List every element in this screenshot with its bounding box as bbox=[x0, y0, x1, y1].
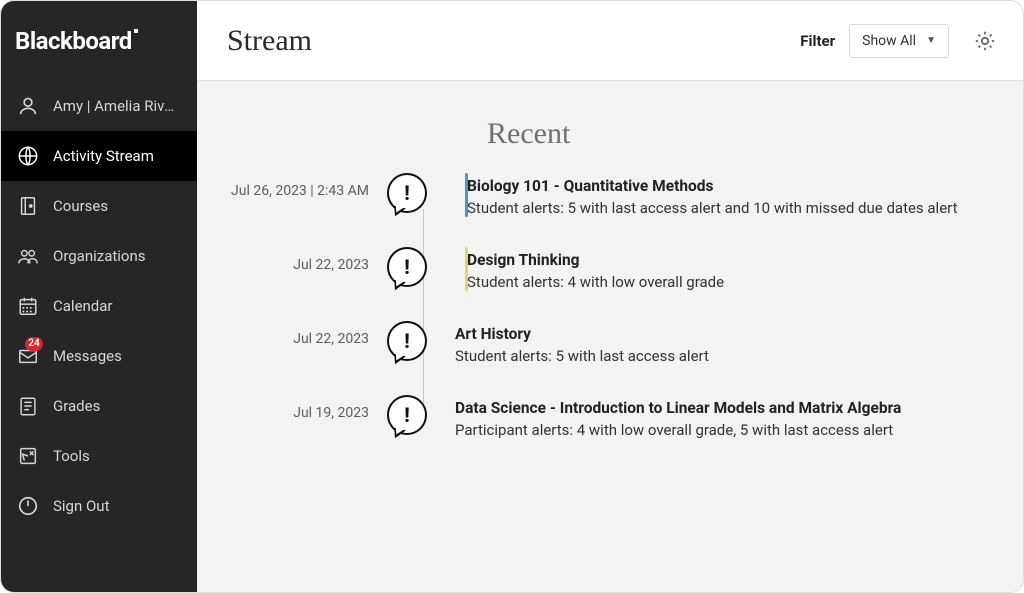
stream-item[interactable]: Jul 22, 2023 ! Art History Student alert… bbox=[217, 321, 1003, 365]
filter-select[interactable]: Show All ▼ bbox=[849, 24, 949, 58]
stream-body: Design Thinking Student alerts: 4 with l… bbox=[455, 247, 1003, 291]
section-heading-recent: Recent bbox=[487, 117, 1003, 151]
stream-item[interactable]: Jul 22, 2023 ! Design Thinking Student a… bbox=[217, 247, 1003, 291]
filter-value: Show All bbox=[862, 33, 916, 49]
sidebar-item-label: Calendar bbox=[53, 297, 113, 315]
sidebar-item-messages[interactable]: 24 Messages bbox=[1, 331, 197, 381]
stream-title: Biology 101 - Quantitative Methods bbox=[467, 177, 1003, 195]
alert-icon: ! bbox=[387, 247, 427, 287]
alert-icon: ! bbox=[387, 395, 427, 435]
sidebar-item-calendar[interactable]: Calendar bbox=[1, 281, 197, 331]
stream-title: Design Thinking bbox=[467, 251, 1003, 269]
sidebar-item-label: Courses bbox=[53, 197, 108, 215]
alert-icon: ! bbox=[387, 321, 427, 361]
sidebar-item-label: Grades bbox=[53, 397, 100, 415]
stream-date: Jul 22, 2023 bbox=[217, 321, 387, 347]
sidebar-item-label: Organizations bbox=[53, 247, 146, 265]
stream-item[interactable]: Jul 26, 2023 | 2:43 AM ! Biology 101 - Q… bbox=[217, 173, 1003, 217]
stream-date: Jul 26, 2023 | 2:43 AM bbox=[217, 173, 387, 199]
sidebar-nav: Amy | Amelia Rivera Activity Stream Cour… bbox=[1, 81, 197, 531]
chevron-down-icon: ▼ bbox=[926, 35, 936, 46]
stream-title: Data Science - Introduction to Linear Mo… bbox=[455, 399, 1003, 417]
stream-desc: Student alerts: 5 with last access alert… bbox=[467, 199, 1003, 217]
sidebar-item-grades[interactable]: Grades bbox=[1, 381, 197, 431]
gear-icon bbox=[973, 29, 997, 53]
topbar: Stream Filter Show All ▼ bbox=[197, 1, 1023, 81]
filter-label: Filter bbox=[800, 32, 835, 50]
sidebar-item-signout[interactable]: Sign Out bbox=[1, 481, 197, 531]
stream-item[interactable]: Jul 19, 2023 ! Data Science - Introducti… bbox=[217, 395, 1003, 439]
timeline-line bbox=[423, 209, 424, 403]
stream-title: Art History bbox=[455, 325, 1003, 343]
main-area: Stream Filter Show All ▼ Recent bbox=[197, 1, 1023, 592]
sidebar: Blackboard Amy | Amelia Rivera Activity … bbox=[1, 1, 197, 592]
sidebar-item-organizations[interactable]: Organizations bbox=[1, 231, 197, 281]
globe-icon bbox=[17, 145, 39, 167]
brand: Blackboard bbox=[1, 1, 197, 81]
person-icon bbox=[17, 95, 39, 117]
stream-date: Jul 19, 2023 bbox=[217, 395, 387, 421]
stream-body: Data Science - Introduction to Linear Mo… bbox=[455, 395, 1003, 439]
people-icon bbox=[17, 245, 39, 267]
accent-bar bbox=[465, 247, 468, 291]
sidebar-item-label: Sign Out bbox=[53, 497, 109, 515]
sidebar-item-label: Amy | Amelia Rivera bbox=[53, 97, 181, 115]
book-icon bbox=[17, 195, 39, 217]
sidebar-item-label: Tools bbox=[53, 447, 90, 465]
calendar-icon bbox=[17, 295, 39, 317]
page-title: Stream bbox=[227, 24, 312, 58]
content: Recent Jul 26, 2023 | 2:43 AM ! Biology … bbox=[197, 81, 1023, 592]
alert-icon: ! bbox=[387, 173, 427, 213]
stream-date: Jul 22, 2023 bbox=[217, 247, 387, 273]
timeline: Jul 26, 2023 | 2:43 AM ! Biology 101 - Q… bbox=[217, 173, 1003, 439]
messages-badge: 24 bbox=[25, 337, 43, 351]
stream-desc: Student alerts: 4 with low overall grade bbox=[467, 273, 1003, 291]
sidebar-item-tools[interactable]: Tools bbox=[1, 431, 197, 481]
stream-body: Biology 101 - Quantitative Methods Stude… bbox=[455, 173, 1003, 217]
accent-bar bbox=[465, 173, 468, 217]
stream-body: Art History Student alerts: 5 with last … bbox=[455, 321, 1003, 365]
sidebar-item-user[interactable]: Amy | Amelia Rivera bbox=[1, 81, 197, 131]
sidebar-item-courses[interactable]: Courses bbox=[1, 181, 197, 231]
stream-desc: Participant alerts: 4 with low overall g… bbox=[455, 421, 1003, 439]
stream-desc: Student alerts: 5 with last access alert bbox=[455, 347, 1003, 365]
sidebar-item-label: Activity Stream bbox=[53, 147, 154, 165]
signout-icon bbox=[17, 495, 39, 517]
grades-icon bbox=[17, 395, 39, 417]
brand-text: Blackboard bbox=[15, 27, 132, 55]
sidebar-item-activity-stream[interactable]: Activity Stream bbox=[1, 131, 197, 181]
tools-icon bbox=[17, 445, 39, 467]
sidebar-item-label: Messages bbox=[53, 347, 122, 365]
settings-button[interactable] bbox=[971, 27, 999, 55]
app-root: Blackboard Amy | Amelia Rivera Activity … bbox=[0, 0, 1024, 593]
